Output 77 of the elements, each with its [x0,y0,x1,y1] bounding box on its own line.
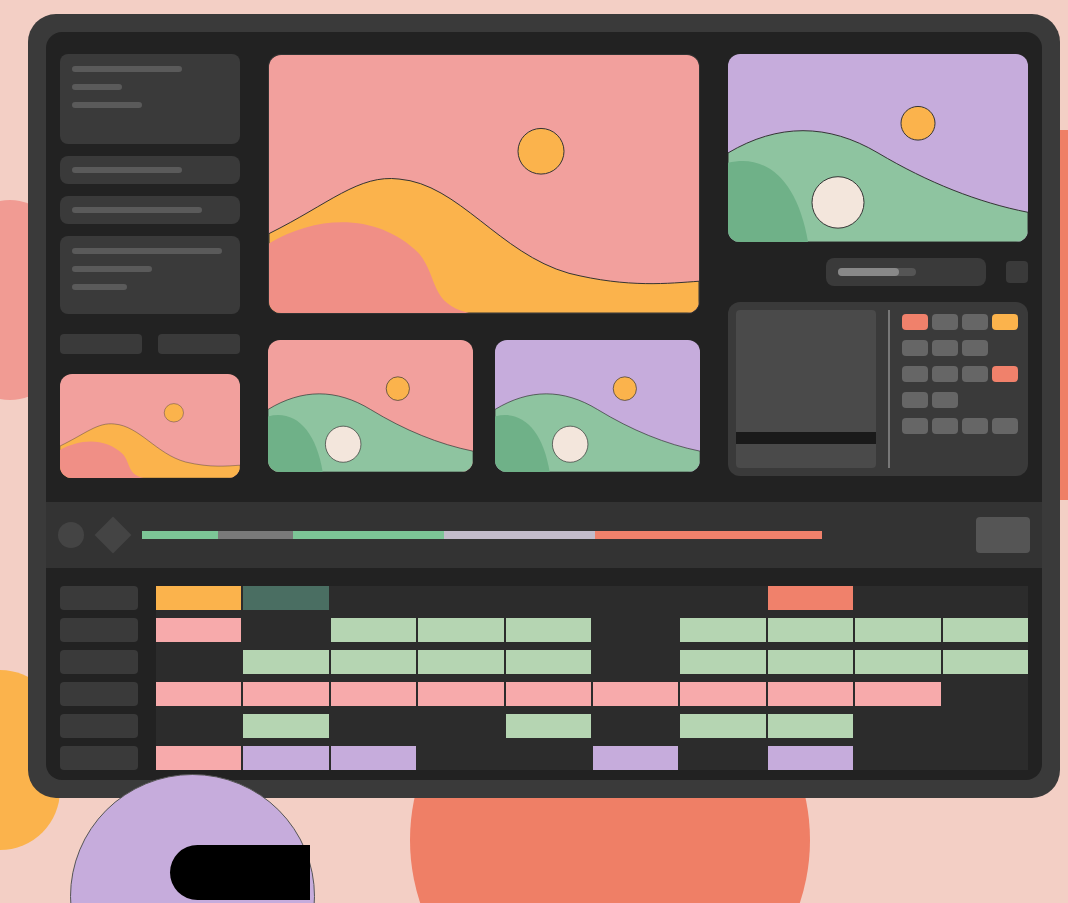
scrubber-segment[interactable] [519,531,596,539]
track-label[interactable] [60,650,138,674]
sidebar-button[interactable] [60,334,142,354]
scrubber-segment[interactable] [142,531,218,539]
timeline-clip[interactable] [767,618,854,642]
control-key[interactable] [932,366,958,382]
control-key[interactable] [992,314,1018,330]
track-label[interactable] [60,618,138,642]
timeline-clip[interactable] [942,650,1029,674]
control-key[interactable] [902,418,928,434]
control-key[interactable] [932,392,958,408]
timeline-clip[interactable] [680,618,766,642]
timeline-clip[interactable] [330,746,417,770]
scrubber-segment[interactable] [368,531,445,539]
timeline-clip[interactable] [243,746,329,770]
timeline-clip[interactable] [418,682,504,706]
control-key[interactable] [992,418,1018,434]
timeline-clip[interactable] [767,746,854,770]
scrubber-segment[interactable] [595,531,671,539]
timeline-clip[interactable] [855,682,941,706]
sidebar-button[interactable] [158,334,240,354]
track-label[interactable] [60,586,138,610]
timeline-clip[interactable] [680,650,766,674]
timeline-clip[interactable] [680,714,766,738]
timeline-clip[interactable] [330,682,417,706]
timeline-clip[interactable] [330,618,417,642]
timeline-clip[interactable] [593,682,679,706]
square-button[interactable] [976,517,1030,553]
placeholder-bar [72,284,127,290]
timeline-clip[interactable] [767,650,854,674]
timeline-clip[interactable] [767,586,854,610]
scrubber-segment[interactable] [293,531,369,539]
control-key[interactable] [932,314,958,330]
scrubber-segment[interactable] [217,531,294,539]
timeline-clip[interactable] [593,746,679,770]
timeline-clip[interactable] [855,618,941,642]
timeline-clip[interactable] [243,586,329,610]
scrubber-segment[interactable] [746,531,823,539]
control-key[interactable] [962,418,988,434]
control-key[interactable] [992,366,1018,382]
control-key[interactable] [902,314,928,330]
timeline-clip[interactable] [767,682,854,706]
timeline-clip[interactable] [505,682,592,706]
timeline-clip[interactable] [156,586,242,610]
track-label[interactable] [60,746,138,770]
timeline-clip[interactable] [855,650,941,674]
control-key[interactable] [962,314,988,330]
timeline-clip[interactable] [243,714,329,738]
scrubber-segment[interactable] [444,531,520,539]
placeholder-bar [72,102,142,108]
timeline-clip[interactable] [156,682,242,706]
placeholder-bar [72,84,122,90]
control-key[interactable] [902,340,928,356]
timeline-clip[interactable] [330,650,417,674]
timeline-clip[interactable] [156,746,242,770]
control-key[interactable] [932,418,958,434]
sidebar-item[interactable] [60,196,240,224]
control-key[interactable] [902,366,928,382]
timeline-clip[interactable] [505,714,592,738]
timeline-clip[interactable] [418,618,504,642]
timeline-clip[interactable] [156,618,242,642]
timeline-clip[interactable] [505,618,592,642]
timeline-clip[interactable] [418,650,504,674]
track-label[interactable] [60,682,138,706]
control-key[interactable] [902,392,928,408]
timeline-clip[interactable] [942,618,1029,642]
timeline-clip[interactable] [243,650,329,674]
sidebar-item[interactable] [60,156,240,184]
square-icon[interactable] [1006,261,1028,283]
timeline-clip[interactable] [243,682,329,706]
track-label[interactable] [60,714,138,738]
timeline-clip[interactable] [505,650,592,674]
control-key[interactable] [932,340,958,356]
timeline-clip[interactable] [767,714,854,738]
control-key[interactable] [962,366,988,382]
control-key[interactable] [962,340,988,356]
timeline-clip[interactable] [680,682,766,706]
